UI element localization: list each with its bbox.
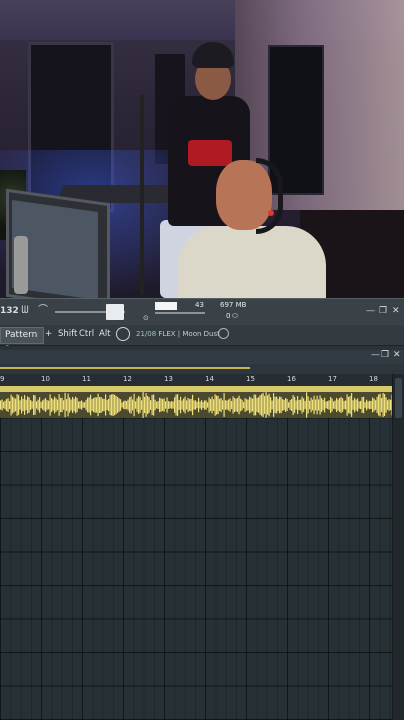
memory-readout: 697 MB <box>220 301 247 309</box>
hint-text: FLEX | Moon Dust <box>158 330 220 338</box>
pattern-selector[interactable]: Pattern 1 <box>0 327 44 355</box>
pattern-bar: Pattern 1 + Shift Ctrl Alt 21/08 FLEX | … <box>0 325 404 355</box>
playlist-minimize-button[interactable]: — <box>371 350 380 360</box>
restore-button[interactable]: ❐ <box>379 306 387 316</box>
playlist-close-button[interactable]: ✕ <box>393 350 401 360</box>
mic-stand <box>140 95 144 295</box>
playlist-vertical-scrollbar[interactable] <box>392 374 404 720</box>
beanie <box>192 42 234 68</box>
playlist-titlebar: — ❐ ✕ <box>0 350 404 364</box>
audio-waveform <box>0 392 392 418</box>
minimize-button[interactable]: — <box>366 306 375 316</box>
main-toolbar: 132 ᗯ ⌒ ⊙ 43 697 MB 0 ⬭ — ❐ ✕ <box>0 298 404 326</box>
ctrl-key[interactable]: Ctrl <box>79 329 94 339</box>
playlist-grid[interactable] <box>0 418 392 720</box>
bar-number-18: 18 <box>369 375 378 383</box>
seated-person <box>178 226 326 298</box>
voices-readout: 0 <box>226 312 231 320</box>
webcam-video <box>0 0 404 298</box>
add-pattern-button[interactable]: + <box>45 329 52 339</box>
cpu-meter <box>155 302 177 310</box>
mic-arm <box>14 236 28 294</box>
song-position-line[interactable] <box>0 367 250 369</box>
hint-bar: 21/08 FLEX | Moon Dust <box>136 330 220 338</box>
bar-number-17: 17 <box>328 375 337 383</box>
record-icon[interactable]: ⊙ <box>143 314 149 322</box>
globe-icon[interactable] <box>218 328 229 339</box>
alt-key[interactable]: Alt <box>99 329 111 339</box>
scroll-thumb[interactable] <box>395 378 402 418</box>
bar-number-15: 15 <box>246 375 255 383</box>
bar-number-9: 9 <box>0 375 5 383</box>
playlist-restore-button[interactable]: ❐ <box>381 350 389 360</box>
master-volume-knob[interactable] <box>106 304 124 320</box>
fl-logo-icon[interactable] <box>116 327 130 341</box>
headphone-light <box>268 210 274 216</box>
link-icon[interactable]: ⬭ <box>232 312 238 321</box>
bar-number-11: 11 <box>82 375 91 383</box>
bar-number-16: 16 <box>287 375 296 383</box>
tempo-display[interactable]: 132 <box>0 306 19 316</box>
bar-number-13: 13 <box>164 375 173 383</box>
playlist-horizontal-scroll[interactable] <box>0 364 404 374</box>
bar-number-12: 12 <box>123 375 132 383</box>
audio-clip[interactable] <box>0 386 392 418</box>
shift-key[interactable]: Shift <box>58 329 77 339</box>
cpu-meter-line <box>155 312 205 314</box>
cpu-value: 43 <box>195 301 204 309</box>
jersey-print <box>188 140 232 166</box>
metronome-icon[interactable]: ᗯ <box>18 305 32 317</box>
bar-number-10: 10 <box>41 375 50 383</box>
bar-number-14: 14 <box>205 375 214 383</box>
wait-icon[interactable]: ⌒ <box>36 305 50 317</box>
hint-number: 21/08 <box>136 330 157 338</box>
close-button[interactable]: ✕ <box>392 306 400 316</box>
